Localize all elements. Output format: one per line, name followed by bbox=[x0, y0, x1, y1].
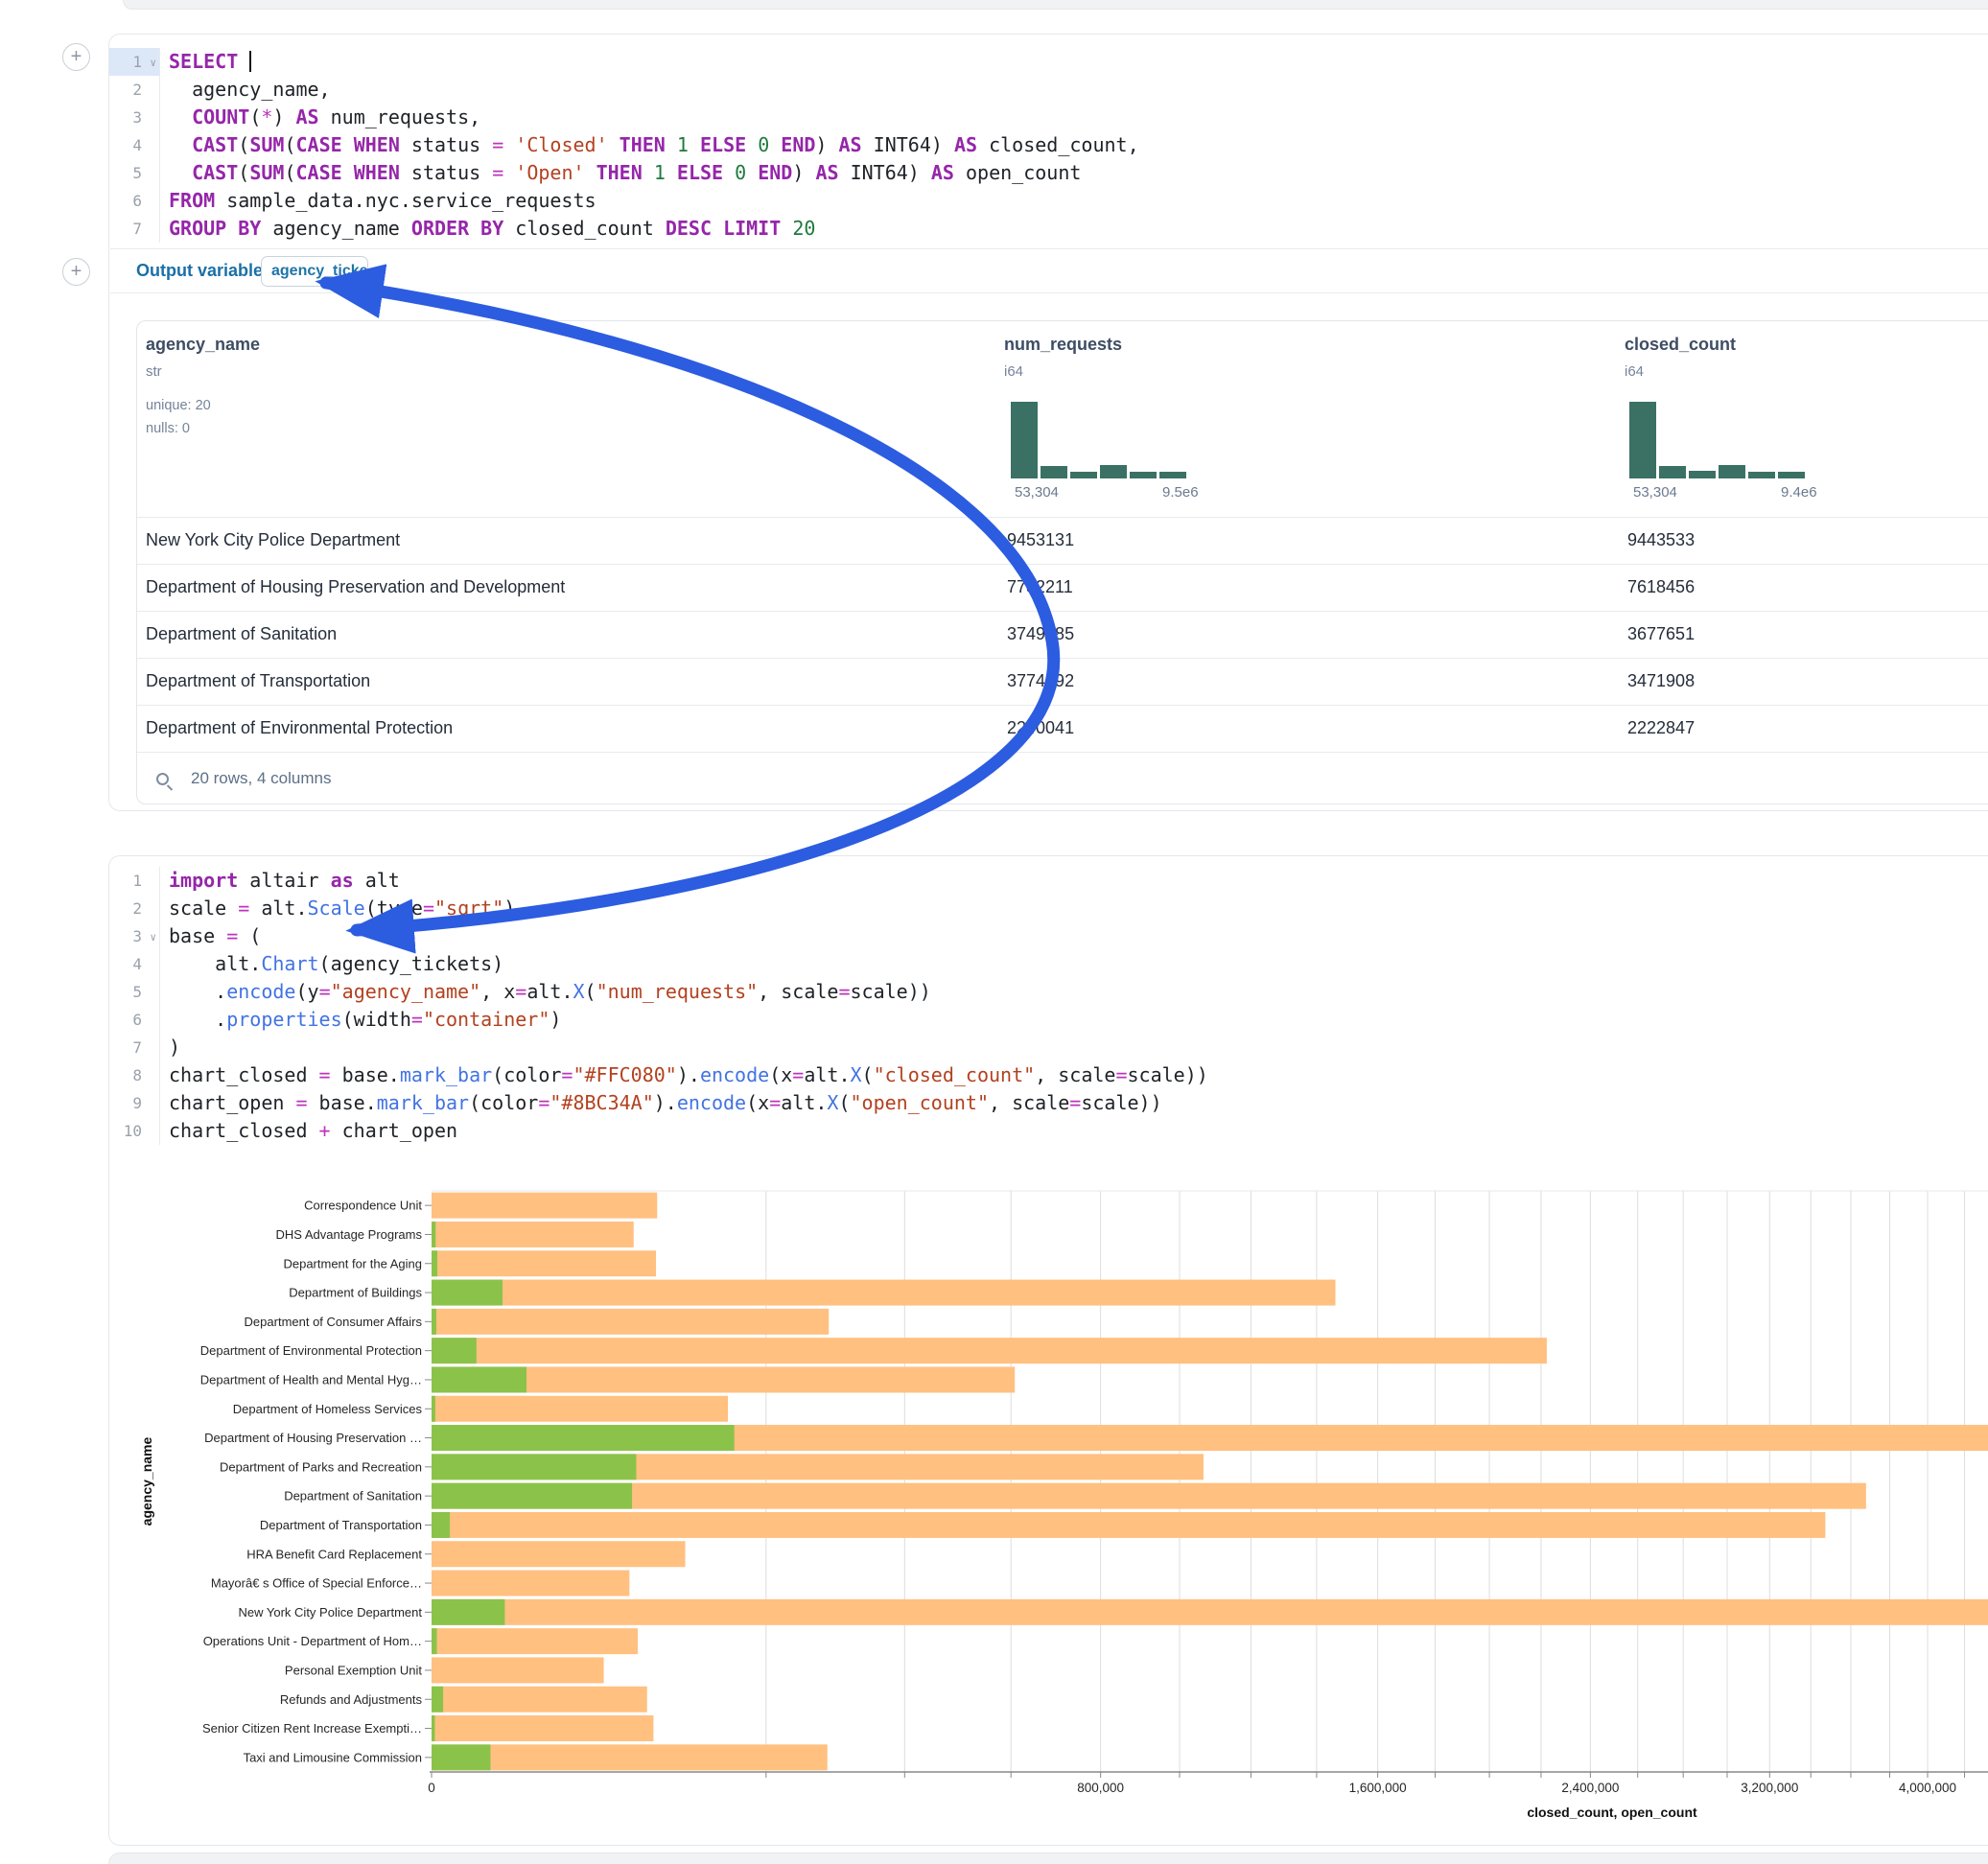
bar-closed-count[interactable] bbox=[432, 1250, 656, 1276]
x-axis-tick-label: 4,000,000 bbox=[1899, 1781, 1956, 1795]
bar-open-count[interactable] bbox=[432, 1628, 437, 1654]
bar-closed-count[interactable] bbox=[432, 1338, 1547, 1363]
bar-closed-count[interactable] bbox=[432, 1571, 629, 1596]
y-axis-label: Department of Environmental Protection bbox=[200, 1343, 422, 1358]
bar-open-count[interactable] bbox=[432, 1309, 436, 1335]
y-axis-label: Department of Parks and Recreation bbox=[220, 1459, 422, 1474]
y-axis-label: Mayorâ€ s Office of Special Enforce… bbox=[211, 1576, 422, 1591]
bar-closed-count[interactable] bbox=[432, 1687, 647, 1713]
bar-closed-count[interactable] bbox=[432, 1657, 604, 1683]
bar-closed-count[interactable] bbox=[432, 1396, 728, 1422]
y-axis-label: Department of Transportation bbox=[260, 1518, 422, 1532]
y-axis-label: Correspondence Unit bbox=[304, 1199, 422, 1213]
x-axis-title: closed_count, open_count bbox=[1527, 1805, 1697, 1820]
bar-open-count[interactable] bbox=[432, 1396, 435, 1422]
bar-closed-count[interactable] bbox=[432, 1193, 657, 1219]
x-axis-tick-label: 1,600,000 bbox=[1349, 1781, 1407, 1795]
bar-open-count[interactable] bbox=[432, 1222, 435, 1247]
bar-open-count[interactable] bbox=[432, 1280, 503, 1306]
bar-closed-count[interactable] bbox=[432, 1715, 653, 1741]
x-axis-tick-label: 2,400,000 bbox=[1561, 1781, 1619, 1795]
bar-closed-count[interactable] bbox=[432, 1628, 638, 1654]
bar-open-count[interactable] bbox=[432, 1250, 437, 1276]
y-axis-label: Operations Unit - Department of Hom… bbox=[203, 1634, 422, 1648]
bar-closed-count[interactable] bbox=[432, 1280, 1335, 1306]
bar-closed-count[interactable] bbox=[432, 1541, 686, 1567]
y-axis-title: agency_name bbox=[139, 1436, 154, 1526]
x-axis-tick-label: 800,000 bbox=[1077, 1781, 1124, 1795]
y-axis-label: Refunds and Adjustments bbox=[280, 1692, 423, 1707]
bar-open-count[interactable] bbox=[432, 1454, 636, 1480]
y-axis-label: Department for the Aging bbox=[283, 1256, 422, 1270]
y-axis-label: Department of Consumer Affairs bbox=[245, 1315, 423, 1329]
bar-closed-count[interactable] bbox=[432, 1599, 1988, 1625]
bar-open-count[interactable] bbox=[432, 1483, 632, 1509]
y-axis-label: Personal Exemption Unit bbox=[285, 1663, 422, 1677]
y-axis-label: New York City Police Department bbox=[239, 1605, 423, 1619]
bar-open-count[interactable] bbox=[432, 1744, 490, 1770]
bar-closed-count[interactable] bbox=[432, 1744, 828, 1770]
y-axis-label: Senior Citizen Rent Increase Exempti… bbox=[202, 1721, 422, 1736]
y-axis-label: Taxi and Limousine Commission bbox=[244, 1750, 422, 1764]
y-axis-label: Department of Buildings bbox=[289, 1286, 422, 1300]
x-axis-tick-label: 3,200,000 bbox=[1741, 1781, 1798, 1795]
altair-bar-chart: Correspondence Unit DHS Advantage Program… bbox=[0, 0, 1988, 1864]
y-axis-label: Department of Sanitation bbox=[284, 1489, 422, 1503]
notebook-page: { "ui": { "add_button_label": "+", "outp… bbox=[0, 0, 1988, 1864]
y-axis-label: Department of Housing Preservation … bbox=[204, 1431, 422, 1445]
bar-closed-count[interactable] bbox=[432, 1222, 634, 1247]
y-axis-label: DHS Advantage Programs bbox=[276, 1227, 423, 1242]
bar-open-count[interactable] bbox=[432, 1338, 477, 1363]
bar-open-count[interactable] bbox=[432, 1599, 504, 1625]
bar-open-count[interactable] bbox=[432, 1366, 526, 1392]
y-axis-label: HRA Benefit Card Replacement bbox=[246, 1547, 422, 1561]
y-axis-label: Department of Health and Mental Hyg… bbox=[200, 1372, 422, 1386]
bar-open-count[interactable] bbox=[432, 1512, 450, 1538]
x-axis-tick-label: 0 bbox=[428, 1781, 435, 1795]
y-axis-label: Department of Homeless Services bbox=[233, 1402, 423, 1416]
bar-closed-count[interactable] bbox=[432, 1483, 1866, 1509]
bar-open-count[interactable] bbox=[432, 1715, 434, 1741]
bar-closed-count[interactable] bbox=[432, 1309, 829, 1335]
bar-open-count[interactable] bbox=[432, 1687, 443, 1713]
bar-open-count[interactable] bbox=[432, 1425, 735, 1451]
bar-closed-count[interactable] bbox=[432, 1512, 1825, 1538]
